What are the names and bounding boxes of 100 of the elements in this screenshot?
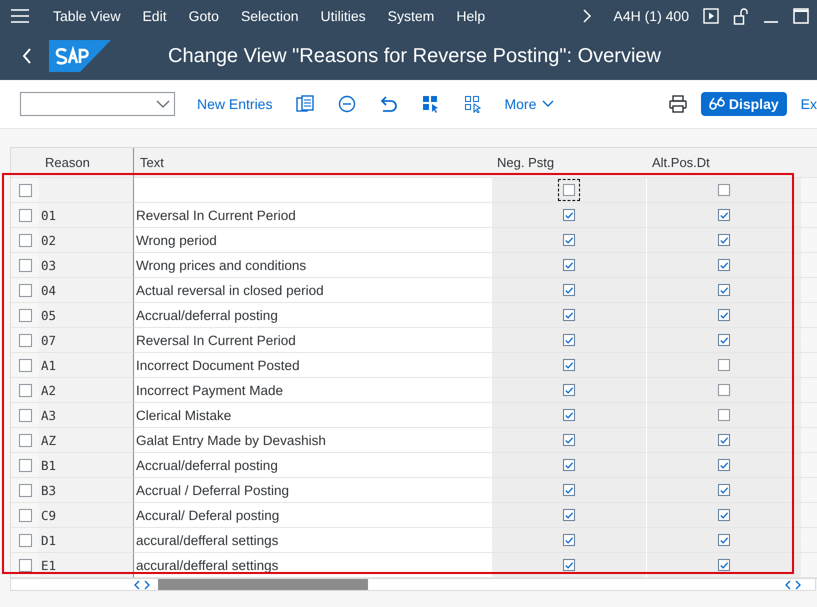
row-selector[interactable] [18, 358, 32, 372]
scroll-left-icon[interactable] [785, 580, 791, 590]
more-button[interactable]: More [504, 96, 554, 112]
select-all-icon[interactable] [422, 95, 440, 113]
checkbox[interactable] [563, 459, 575, 471]
row-selector[interactable] [18, 434, 32, 446]
checkbox[interactable] [718, 459, 730, 471]
display-button[interactable]: Display [700, 92, 787, 116]
row-selector[interactable] [18, 458, 32, 472]
table-cell: 05 [39, 303, 134, 328]
print-icon[interactable] [668, 95, 687, 113]
checkbox[interactable] [563, 484, 575, 496]
checkbox[interactable] [718, 559, 730, 571]
chevron-right-icon[interactable] [582, 9, 592, 23]
checkbox[interactable] [718, 534, 730, 546]
scroll-right-icon[interactable] [144, 580, 150, 590]
table-cell: 04 [39, 278, 134, 303]
scroll-right-icon[interactable] [795, 580, 801, 590]
checkbox[interactable] [718, 234, 730, 246]
table-cell: accural/defferal settings [134, 553, 491, 578]
checkbox[interactable] [718, 259, 730, 271]
checkbox[interactable] [563, 509, 575, 521]
chevron-down-icon[interactable] [156, 100, 170, 108]
back-icon[interactable] [22, 47, 32, 65]
table-cell: AZ [39, 428, 134, 453]
menu-item[interactable]: Table View [42, 8, 132, 24]
table-cell: 07 [39, 328, 134, 353]
checkbox[interactable] [563, 534, 575, 546]
deselect-all-icon[interactable] [464, 95, 482, 113]
menu-item[interactable]: Goto [178, 8, 230, 24]
checkbox[interactable] [563, 284, 575, 296]
table-cell: 03 [39, 253, 134, 278]
checkbox[interactable] [563, 334, 575, 346]
scrollbar-thumb[interactable] [158, 579, 368, 590]
row-selector[interactable] [18, 534, 32, 546]
checkbox[interactable] [718, 309, 730, 321]
checkbox[interactable] [563, 234, 575, 246]
column-header[interactable]: Neg. Pstg [491, 148, 646, 178]
row-selector[interactable] [18, 234, 32, 246]
row-selector[interactable] [18, 334, 32, 346]
system-info: A4H (1) 400 [614, 8, 689, 24]
checkbox[interactable] [718, 409, 730, 421]
row-selector[interactable] [18, 484, 32, 496]
menu-item[interactable]: Edit [131, 8, 178, 24]
table-cell: B3 [39, 478, 134, 503]
checkbox[interactable] [718, 359, 730, 371]
scroll-left-icon[interactable] [134, 580, 140, 590]
table-cell: 02 [39, 228, 134, 253]
checkbox[interactable] [718, 484, 730, 496]
row-selector[interactable] [18, 384, 32, 396]
menu-item[interactable]: System [376, 8, 446, 24]
column-header[interactable]: Reason [39, 148, 134, 178]
row-selector[interactable] [18, 284, 32, 296]
checkbox[interactable] [563, 409, 575, 421]
checkbox[interactable] [563, 384, 575, 396]
checkbox[interactable] [563, 259, 575, 271]
row-selector[interactable] [18, 508, 32, 522]
copy-icon[interactable] [296, 95, 314, 113]
table-cell: 01 [39, 203, 134, 228]
checkbox[interactable] [718, 209, 730, 221]
column-header[interactable]: Text [134, 148, 491, 178]
table-cell: Wrong period [134, 228, 491, 253]
toolbar-button[interactable]: Ex [800, 96, 817, 112]
maximize-icon[interactable] [793, 8, 809, 24]
menu-item[interactable]: Utilities [310, 8, 377, 24]
table-cell: A3 [39, 403, 134, 428]
checkbox[interactable] [563, 209, 575, 221]
checkbox[interactable] [718, 509, 730, 521]
row-selector[interactable] [18, 258, 32, 272]
checkbox[interactable] [563, 359, 575, 371]
checkbox[interactable] [563, 434, 575, 446]
checkbox[interactable] [718, 334, 730, 346]
checkbox[interactable] [718, 184, 730, 196]
table-cell: D1 [39, 528, 134, 553]
table-cell: A2 [39, 378, 134, 403]
menu-item[interactable]: Help [445, 8, 496, 24]
undo-icon[interactable] [380, 95, 398, 113]
lock-icon[interactable] [733, 8, 749, 24]
menu-item[interactable]: Selection [230, 8, 310, 24]
table-cell: A1 [39, 353, 134, 378]
checkbox[interactable] [563, 309, 575, 321]
play-icon[interactable] [703, 8, 719, 24]
minus-circle-icon[interactable] [338, 95, 356, 113]
dropdown-field[interactable] [20, 92, 175, 116]
row-selector[interactable] [18, 558, 32, 572]
row-selector[interactable] [18, 184, 32, 196]
table-cell: Incorrect Payment Made [134, 378, 491, 403]
new-entries-button[interactable]: New Entries [197, 96, 272, 112]
column-header[interactable]: Alt.Pos.Dt [646, 148, 801, 178]
row-selector[interactable] [18, 308, 32, 322]
checkbox[interactable] [718, 434, 730, 446]
checkbox[interactable] [563, 559, 575, 571]
table-cell: C9 [39, 503, 134, 528]
checkbox[interactable] [718, 284, 730, 296]
row-selector[interactable] [18, 208, 32, 222]
table-cell: Accrual/deferral posting [134, 303, 491, 328]
table-cell: Clerical Mistake [134, 403, 491, 428]
menu-icon[interactable] [10, 8, 30, 24]
row-selector[interactable] [18, 408, 32, 422]
checkbox[interactable] [718, 384, 730, 396]
